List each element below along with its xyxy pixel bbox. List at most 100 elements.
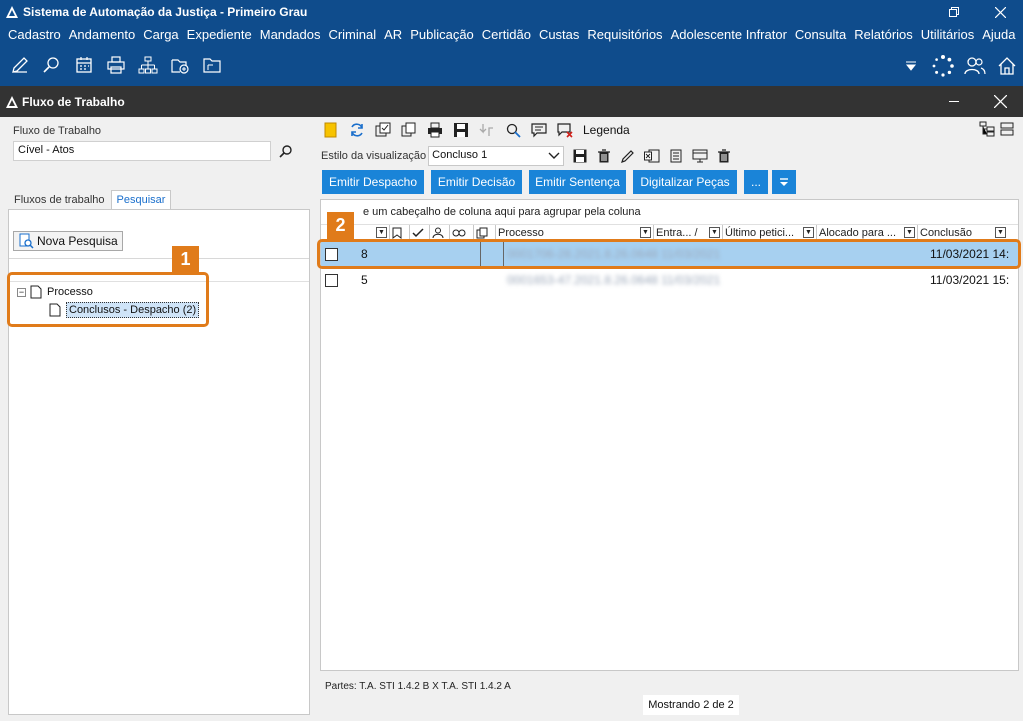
screen-export-icon[interactable]	[688, 146, 712, 166]
right-panel: Legenda Estilo da visualização Concluso …	[315, 117, 1023, 721]
printer-icon[interactable]	[100, 51, 132, 79]
emitir-decisao-button[interactable]: Emitir Decisão	[431, 170, 522, 194]
new-search-button[interactable]: Nova Pesquisa	[13, 231, 123, 251]
emitir-sentenca-button[interactable]: Emitir Sentença	[529, 170, 626, 194]
legend-label[interactable]: Legenda	[583, 123, 630, 137]
column-check[interactable]	[410, 225, 430, 240]
comment-icon[interactable]	[529, 120, 549, 140]
toolbar-right	[895, 52, 1023, 80]
filter-icon[interactable]: ▼	[904, 227, 915, 238]
delete-icon[interactable]	[712, 146, 736, 166]
loading-spinner-icon[interactable]	[927, 52, 959, 80]
search-doc-icon	[18, 233, 34, 249]
select-all-icon[interactable]	[373, 120, 393, 140]
notes-icon[interactable]	[664, 146, 688, 166]
window-logo-icon	[6, 95, 18, 108]
table-row[interactable]: 5 0001653-47.2021.8.26.0648 11/03/2021 1…	[321, 267, 1018, 293]
tree-view-icon[interactable]	[979, 121, 999, 139]
emitir-despacho-button[interactable]: Emitir Despacho	[322, 170, 424, 194]
menu-certidao[interactable]: Certidão	[478, 27, 535, 42]
menu-requisitorios[interactable]: Requisitórios	[583, 27, 666, 42]
search-document-icon[interactable]	[36, 51, 68, 79]
column-entrada[interactable]: Entra... / ▼	[654, 225, 723, 240]
hierarchy-icon[interactable]	[132, 51, 164, 79]
dropdown-arrow-icon[interactable]	[895, 52, 927, 80]
row-processo: 0001653-47.2021.8.26.0648 11/03/2021	[507, 273, 721, 287]
new-note-icon[interactable]	[321, 120, 341, 140]
row-number: 5	[361, 273, 368, 287]
flow-input[interactable]: Cível - Atos	[13, 141, 271, 161]
delete-comment-icon[interactable]	[555, 120, 575, 140]
close-window-icon[interactable]	[977, 86, 1023, 117]
add-folder-icon[interactable]	[164, 51, 196, 79]
menu-expediente[interactable]: Expediente	[183, 27, 256, 42]
view-style-select[interactable]: Concluso 1	[428, 146, 565, 166]
callout-badge-2: 2	[327, 212, 354, 239]
pencil-icon[interactable]	[616, 146, 640, 166]
tab-fluxos-de-trabalho[interactable]: Fluxos de trabalho	[8, 190, 111, 210]
column-ultimo-peticionamento[interactable]: Último petici... ▼	[723, 225, 817, 240]
filter-icon[interactable]: ▼	[640, 227, 651, 238]
column-link[interactable]	[450, 225, 474, 240]
excel-export-icon[interactable]	[640, 146, 664, 166]
column-pages[interactable]	[474, 225, 496, 240]
window-controls	[931, 0, 1023, 24]
folder-icon[interactable]	[196, 51, 228, 79]
column-conclusao[interactable]: Conclusão ▼	[918, 225, 1008, 240]
menu-adolescente-infrator[interactable]: Adolescente Infrator	[667, 27, 791, 42]
expand-actions-button[interactable]	[772, 170, 796, 194]
menu-carga[interactable]: Carga	[139, 27, 182, 42]
menu-custas[interactable]: Custas	[535, 27, 583, 42]
grid-toolbar: Legenda	[321, 119, 630, 141]
edit-icon[interactable]	[4, 51, 36, 79]
filter-icon[interactable]: ▼	[709, 227, 720, 238]
digitalizar-pecas-button[interactable]: Digitalizar Peças	[633, 170, 737, 194]
users-icon[interactable]	[959, 52, 991, 80]
search-icon[interactable]	[276, 141, 296, 161]
action-buttons: Emitir Despacho Emitir Decisão Emitir Se…	[322, 170, 803, 194]
menu-cadastro[interactable]: Cadastro	[4, 27, 65, 42]
filter-icon[interactable]: ▼	[376, 227, 387, 238]
app-header: Sistema de Automação da Justiça - Primei…	[0, 0, 1023, 86]
filter-icon[interactable]: ▼	[995, 227, 1006, 238]
zoom-doc-icon[interactable]	[503, 120, 523, 140]
column-alocado-para[interactable]: Alocado para ... ▼	[817, 225, 918, 240]
menu-mandados[interactable]: Mandados	[256, 27, 325, 42]
main-toolbar	[0, 44, 1023, 86]
menu-ar[interactable]: AR	[380, 27, 406, 42]
window-title: Fluxo de Trabalho	[22, 94, 125, 109]
menu-consulta[interactable]: Consulta	[791, 27, 850, 42]
callout-box-1	[7, 272, 209, 327]
column-processo[interactable]: Processo ▼	[496, 225, 654, 240]
view-style-value: Concluso 1	[432, 149, 488, 161]
group-by-hint: e um cabeçalho de coluna aqui para agrup…	[363, 206, 641, 218]
window-header: Fluxo de Trabalho	[0, 86, 1023, 117]
column-person[interactable]	[430, 225, 450, 240]
grid-toolbar-right	[979, 121, 1019, 139]
filter-icon[interactable]: ▼	[803, 227, 814, 238]
copy-icon[interactable]	[399, 120, 419, 140]
menu-utilitarios[interactable]: Utilitários	[917, 27, 978, 42]
menu-publicacao[interactable]: Publicação	[406, 27, 478, 42]
save-doc-icon[interactable]	[451, 120, 471, 140]
menu-andamento[interactable]: Andamento	[65, 27, 140, 42]
calendar-icon[interactable]	[68, 51, 100, 79]
menu-criminal[interactable]: Criminal	[324, 27, 380, 42]
trash-icon[interactable]	[592, 146, 616, 166]
print-doc-icon[interactable]	[425, 120, 445, 140]
home-icon[interactable]	[991, 52, 1023, 80]
refresh-icon[interactable]	[347, 120, 367, 140]
row-checkbox[interactable]	[325, 273, 338, 287]
tab-pesquisar[interactable]: Pesquisar	[110, 190, 172, 210]
list-view-icon[interactable]	[999, 121, 1019, 139]
more-actions-button[interactable]: ...	[744, 170, 768, 194]
title-bar: Sistema de Automação da Justiça - Primei…	[0, 0, 1023, 24]
close-icon[interactable]	[977, 0, 1023, 24]
left-tabs: Fluxos de trabalho Pesquisar	[8, 190, 172, 210]
save-icon[interactable]	[568, 146, 592, 166]
restore-icon[interactable]	[931, 0, 977, 24]
menu-ajuda[interactable]: Ajuda	[978, 27, 1019, 42]
menu-relatorios[interactable]: Relatórios	[850, 27, 917, 42]
minimize-icon[interactable]	[931, 86, 977, 117]
column-bookmark[interactable]	[390, 225, 410, 240]
